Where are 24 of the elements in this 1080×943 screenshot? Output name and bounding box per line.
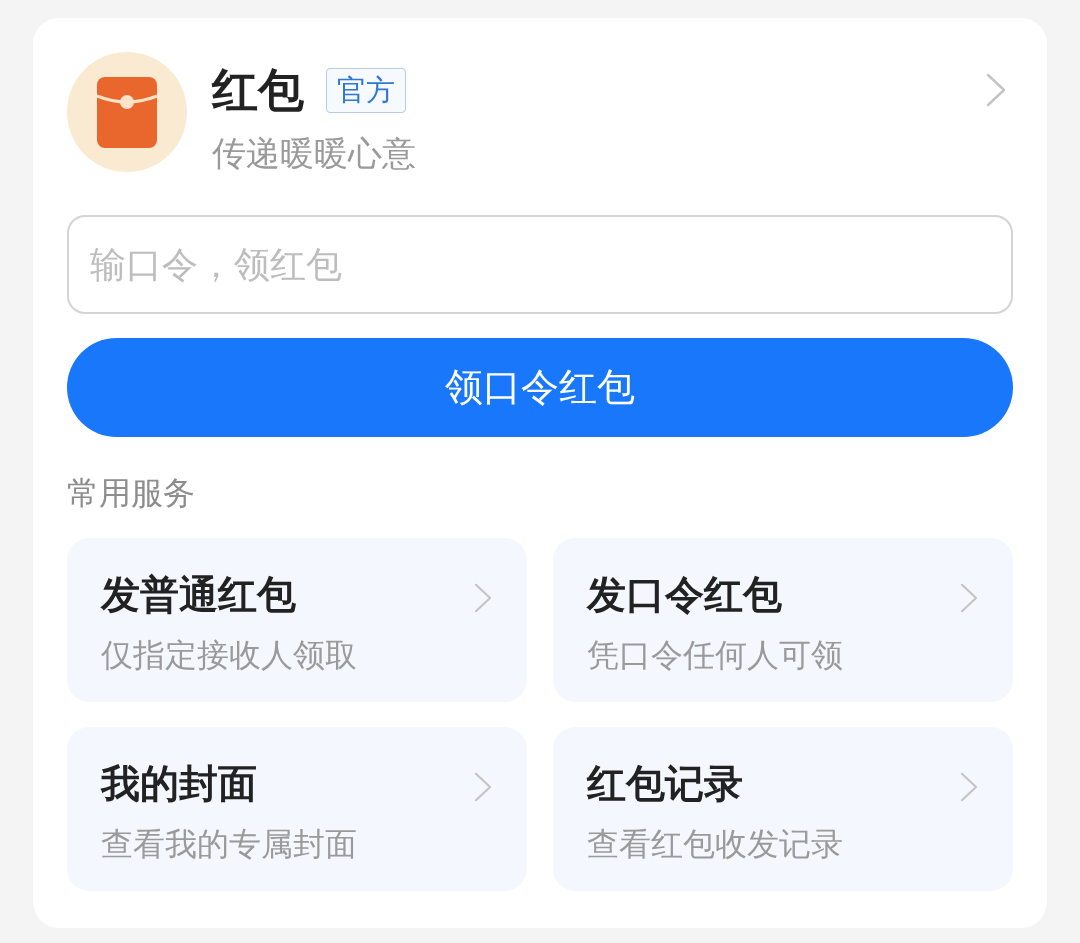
service-card[interactable]: 我的封面 查看我的专属封面 — [67, 727, 527, 891]
official-badge: 官方 — [326, 67, 406, 113]
service-card[interactable]: 发口令红包 凭口令任何人可领 — [553, 538, 1013, 702]
chevron-right-icon — [986, 73, 1006, 107]
service-title: 发普通红包 — [101, 571, 296, 619]
chevron-right-icon — [960, 583, 978, 613]
chevron-right-icon — [960, 772, 978, 802]
service-description: 查看我的专属封面 — [101, 824, 357, 864]
envelope-icon — [67, 52, 187, 172]
service-description: 查看红包收发记录 — [587, 824, 843, 864]
service-description: 仅指定接收人领取 — [101, 635, 357, 675]
service-card[interactable]: 红包记录 查看红包收发记录 — [553, 727, 1013, 891]
service-description: 凭口令任何人可领 — [587, 635, 843, 675]
service-title: 发口令红包 — [587, 571, 782, 619]
service-card[interactable]: 发普通红包 仅指定接收人领取 — [67, 538, 527, 702]
header-title: 红包 — [212, 65, 304, 115]
claim-button[interactable]: 领口令红包 — [67, 338, 1013, 437]
service-title: 红包记录 — [587, 760, 743, 808]
service-title: 我的封面 — [101, 760, 257, 808]
chevron-right-icon — [474, 583, 492, 613]
chevron-right-icon — [474, 772, 492, 802]
code-input-field[interactable]: 输口令，领红包 — [67, 215, 1013, 314]
header-subtitle: 传递暖暖心意 — [212, 133, 416, 173]
services-heading: 常用服务 — [67, 473, 195, 513]
